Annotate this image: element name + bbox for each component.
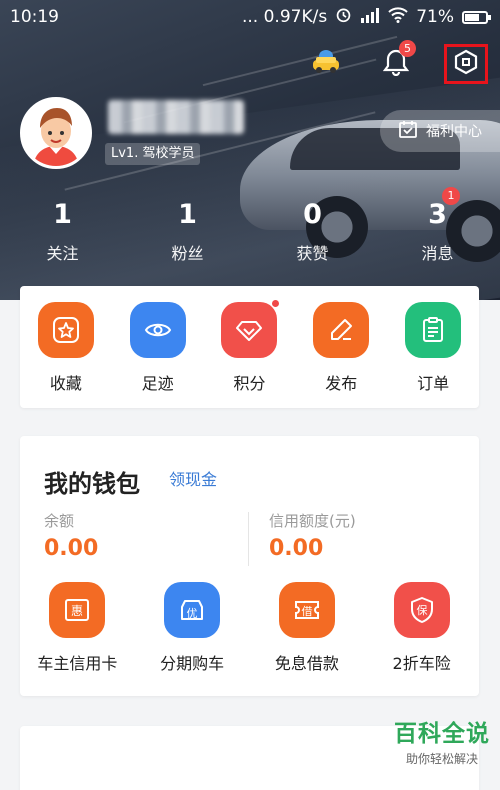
stat-followers[interactable]: 1 粉丝: [125, 198, 250, 264]
quick-orders[interactable]: 订单: [393, 302, 473, 408]
quick-label: 发布: [325, 374, 358, 393]
quick-publish[interactable]: 发布: [301, 302, 381, 408]
service-label: 车主信用卡: [37, 654, 118, 673]
profile-stats: 1 关注 1 粉丝 0 获赞 1 3 消息: [0, 187, 500, 264]
service-installment[interactable]: 优 分期购车: [136, 582, 248, 674]
stat-value: 0: [303, 199, 322, 230]
balance-label: 余额: [44, 512, 75, 530]
stat-messages[interactable]: 1 3 消息: [375, 187, 500, 264]
wallet-services: 惠 车主信用卡 优 分期购车 借 免息借款 保 2折车险: [20, 582, 479, 674]
username-blurred: [108, 100, 244, 134]
stat-value: 1: [178, 199, 197, 230]
stat-label: 关注: [46, 244, 79, 263]
shield-icon: 保: [393, 582, 450, 638]
battery-percent: 71%: [416, 7, 454, 27]
watermark-title: 百科全说: [394, 721, 490, 747]
stat-value: 3: [428, 199, 447, 230]
battery-level: [465, 13, 479, 21]
service-glyph: 借: [301, 605, 312, 618]
notification-badge: 5: [399, 40, 416, 57]
quick-label: 订单: [417, 374, 450, 393]
service-glyph: 保: [416, 603, 427, 617]
stat-label: 获赞: [296, 244, 329, 263]
stat-label: 粉丝: [171, 244, 204, 263]
welfare-center-button[interactable]: 福利中心: [380, 110, 500, 152]
profile-header: 10:19 ... 0.97K/s 71% 5 Lv1. 驾校学员 福利中心 1…: [0, 0, 500, 300]
quick-actions-card: 收藏 足迹 积分 发布 订单: [20, 286, 479, 408]
balance-value[interactable]: 0.00: [44, 536, 98, 561]
alarm-icon: [335, 6, 352, 28]
driving-car-button[interactable]: [304, 44, 348, 84]
service-credit-card[interactable]: 惠 车主信用卡: [21, 582, 133, 674]
eye-icon: [129, 302, 186, 358]
settings-button[interactable]: [444, 44, 488, 84]
notification-button[interactable]: 5: [374, 40, 418, 84]
car-icon: [310, 48, 342, 80]
level-tag: Lv1. 驾校学员: [105, 143, 201, 165]
quick-label: 积分: [233, 374, 266, 393]
wallet-divider: [248, 512, 249, 566]
quick-label: 足迹: [141, 374, 174, 393]
service-glyph: 惠: [71, 604, 83, 618]
service-insurance[interactable]: 保 2折车险: [366, 582, 478, 674]
ticket-icon: 借: [278, 582, 335, 638]
wallet-title: 我的钱包: [44, 470, 140, 498]
diamond-icon: [221, 299, 281, 358]
get-cash-link[interactable]: 领现金: [169, 466, 217, 490]
avatar[interactable]: [20, 97, 92, 169]
service-label: 免息借款: [274, 654, 339, 673]
quick-points[interactable]: 积分: [209, 299, 289, 408]
car-coupon-icon: 优: [164, 582, 221, 638]
service-label: 2折车险: [392, 654, 451, 673]
service-label: 分期购车: [160, 654, 225, 673]
pencil-icon: [313, 302, 370, 358]
stat-likes[interactable]: 0 获赞: [250, 198, 375, 264]
credit-label: 信用额度(元): [269, 512, 356, 530]
battery-icon: [462, 10, 491, 24]
calendar-check-icon: [398, 119, 418, 143]
quick-favorites[interactable]: 收藏: [26, 302, 106, 408]
wifi-icon: [388, 6, 408, 28]
signal-icon: [360, 7, 380, 28]
welfare-center-label: 福利中心: [426, 124, 482, 140]
status-time: 10:19: [10, 7, 59, 27]
service-glyph: 优: [187, 607, 198, 620]
messages-badge: 1: [442, 187, 460, 205]
credit-card-icon: 惠: [49, 582, 106, 638]
service-free-loan[interactable]: 借 免息借款: [251, 582, 363, 674]
stat-value: 1: [53, 199, 72, 230]
clipboard-icon: [405, 302, 462, 358]
watermark-subtitle: 助你轻松解决: [405, 752, 478, 766]
stat-following[interactable]: 1 关注: [0, 198, 125, 264]
network-speed: ... 0.97K/s: [242, 7, 328, 27]
quick-footprints[interactable]: 足迹: [118, 302, 198, 408]
star-icon: [37, 302, 94, 358]
avatar-cartoon-icon: [23, 100, 89, 166]
stat-label: 消息: [421, 244, 454, 263]
watermark-logo: 百科全说 助你轻松解决: [394, 714, 490, 767]
credit-value[interactable]: 0.00: [269, 536, 323, 561]
points-red-dot: [271, 299, 281, 308]
quick-label: 收藏: [49, 374, 82, 393]
wallet-card: 我的钱包 领现金 余额 0.00 信用额度(元) 0.00 惠 车主信用卡 优 …: [20, 436, 479, 696]
status-bar: 10:19 ... 0.97K/s 71%: [0, 0, 500, 34]
settings-hexagon-icon: [453, 49, 479, 79]
